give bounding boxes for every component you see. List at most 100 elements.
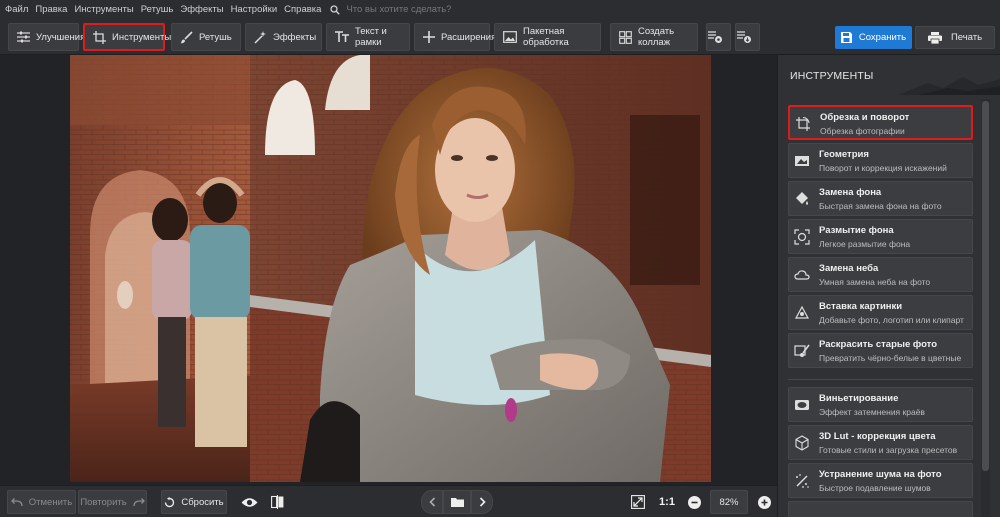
menu-tools[interactable]: Инструменты (74, 4, 133, 15)
tab-enhance[interactable]: Улучшения (8, 23, 85, 51)
tool-insert-image[interactable]: Вставка картинки Добавьте фото, логотип … (788, 295, 973, 330)
menu-settings[interactable]: Настройки (231, 4, 278, 15)
tool-title: Замена фона (819, 187, 882, 198)
menu-retouch[interactable]: Ретушь (141, 4, 174, 15)
print-button[interactable]: Печать (915, 26, 995, 49)
tab-text-frames[interactable]: Текст и рамки (326, 23, 410, 51)
zoom-out-button[interactable] (686, 490, 702, 514)
actual-size-button[interactable]: 1:1 (656, 490, 678, 514)
tool-sky-replace[interactable]: Замена неба Умная замена неба на фото (788, 257, 973, 292)
plus-circle-icon (757, 495, 771, 509)
zoom-value[interactable]: 82% (710, 490, 748, 514)
presets-button-1[interactable] (706, 23, 731, 51)
tool-background-blur[interactable]: Размытие фона Легкое размытие фона (788, 219, 973, 254)
tab-tools-label: Инструменты (112, 31, 172, 43)
tool-crop-rotate[interactable]: Обрезка и поворот Обрезка фотографии (788, 105, 973, 140)
cube-icon (795, 435, 809, 451)
redo-label: Повторить (80, 496, 127, 508)
plus-icon (423, 31, 435, 43)
reset-icon (165, 496, 175, 507)
create-collage-button[interactable]: Создать коллаж (610, 23, 698, 51)
tool-title: Размытие фона (819, 225, 894, 236)
tool-subtitle: Быстрая замена фона на фото (819, 201, 942, 211)
tool-denoise[interactable]: Устранение шума на фото Быстрое подавлен… (788, 463, 973, 498)
blur-icon (794, 229, 810, 245)
denoise-icon (796, 474, 809, 488)
tool-background-replace[interactable]: Замена фона Быстрая замена фона на фото (788, 181, 973, 216)
tab-effects-label: Эффекты (273, 31, 317, 43)
chevron-left-icon (428, 497, 435, 507)
panel-header: ИНСТРУМЕНТЫ (778, 55, 1000, 95)
image-stack-icon (503, 31, 517, 43)
panel-title: ИНСТРУМЕНТЫ (790, 70, 874, 82)
save-label: Сохранить (858, 32, 907, 43)
next-photo-button[interactable] (471, 490, 493, 514)
save-button[interactable]: Сохранить (835, 26, 912, 49)
magic-wand-icon (254, 30, 266, 44)
prev-photo-button[interactable] (421, 490, 443, 514)
preview-toggle-button[interactable] (237, 490, 261, 514)
tool-3d-lut[interactable]: 3D Lut - коррекция цвета Готовые стили и… (788, 425, 973, 460)
tools-panel: ИНСТРУМЕНТЫ Обрезка и поворот Обрезка фо… (777, 55, 1000, 517)
tool-subtitle: Готовые стили и загрузка пресетов (819, 445, 958, 455)
vignette-icon (795, 400, 809, 410)
compare-icon (270, 495, 283, 509)
redo-button[interactable]: Повторить (78, 490, 147, 514)
panel-scrollbar[interactable] (981, 99, 990, 517)
fit-screen-button[interactable] (628, 490, 648, 514)
compare-button[interactable] (266, 490, 288, 514)
open-folder-button[interactable] (443, 490, 471, 514)
tab-extensions[interactable]: Расширения (414, 23, 496, 51)
tool-title: 3D Lut - коррекция цвета (819, 431, 936, 442)
tool-subtitle: Поворот и коррекция искажений (819, 163, 947, 173)
canvas-area[interactable] (0, 55, 777, 485)
cloud-icon (794, 270, 810, 280)
sliders-icon (17, 31, 30, 43)
fit-screen-icon (631, 495, 645, 509)
floppy-icon (840, 32, 852, 43)
tool-next-partial[interactable] (788, 501, 973, 517)
create-collage-label: Создать коллаж (638, 26, 675, 48)
minus-circle-icon (687, 495, 701, 509)
scrollbar-thumb[interactable] (982, 101, 989, 471)
crop-icon (93, 30, 106, 44)
tool-colorize[interactable]: Раскрасить старые фото Превратить чёрно-… (788, 333, 973, 368)
menu-edit[interactable]: Правка (35, 4, 67, 15)
menu-help[interactable]: Справка (284, 4, 321, 15)
tab-retouch[interactable]: Ретушь (171, 23, 241, 51)
search-placeholder: Что вы хотите сделать? (346, 4, 452, 15)
search-icon (330, 4, 341, 15)
undo-button[interactable]: Отменить (7, 490, 76, 514)
command-search[interactable]: Что вы хотите сделать? (330, 4, 451, 15)
tool-vignette[interactable]: Виньетирование Эффект затемнения краёв (788, 387, 973, 422)
tool-subtitle: Быстрое подавление шумов (819, 483, 931, 493)
tab-retouch-label: Ретушь (199, 31, 232, 43)
folder-icon (450, 498, 464, 507)
reset-button[interactable]: Сбросить (161, 490, 227, 514)
tab-effects[interactable]: Эффекты (245, 23, 322, 51)
brush-icon (181, 30, 193, 43)
tab-tools[interactable]: Инструменты (83, 23, 171, 51)
bucket-icon (796, 192, 808, 205)
insert-image-icon (794, 305, 810, 319)
tool-title: Замена неба (819, 263, 879, 274)
tool-subtitle: Обрезка фотографии (820, 126, 905, 136)
tool-title: Обрезка и поворот (820, 112, 910, 123)
zoom-in-button[interactable] (756, 490, 772, 514)
tool-geometry[interactable]: Геометрия Поворот и коррекция искажений (788, 143, 973, 178)
bottom-bar: Отменить Повторить Сбросить 1:1 82% (0, 485, 777, 517)
tool-subtitle: Умная замена неба на фото (819, 277, 931, 287)
presets-button-2[interactable] (735, 23, 760, 51)
tab-enhance-label: Улучшения (36, 31, 86, 43)
redo-icon (133, 497, 145, 506)
eye-icon (241, 497, 257, 507)
geometry-icon (795, 156, 809, 166)
menu-effects[interactable]: Эффекты (180, 4, 223, 15)
menu-bar: Файл Правка Инструменты Ретушь Эффекты Н… (0, 0, 1000, 19)
tool-title: Геометрия (819, 149, 869, 160)
batch-processing-button[interactable]: Пакетная обработка (494, 23, 601, 51)
tool-subtitle: Легкое размытие фона (819, 239, 911, 249)
undo-label: Отменить (28, 496, 73, 508)
menu-file[interactable]: Файл (5, 4, 28, 15)
print-label: Печать (950, 32, 983, 43)
